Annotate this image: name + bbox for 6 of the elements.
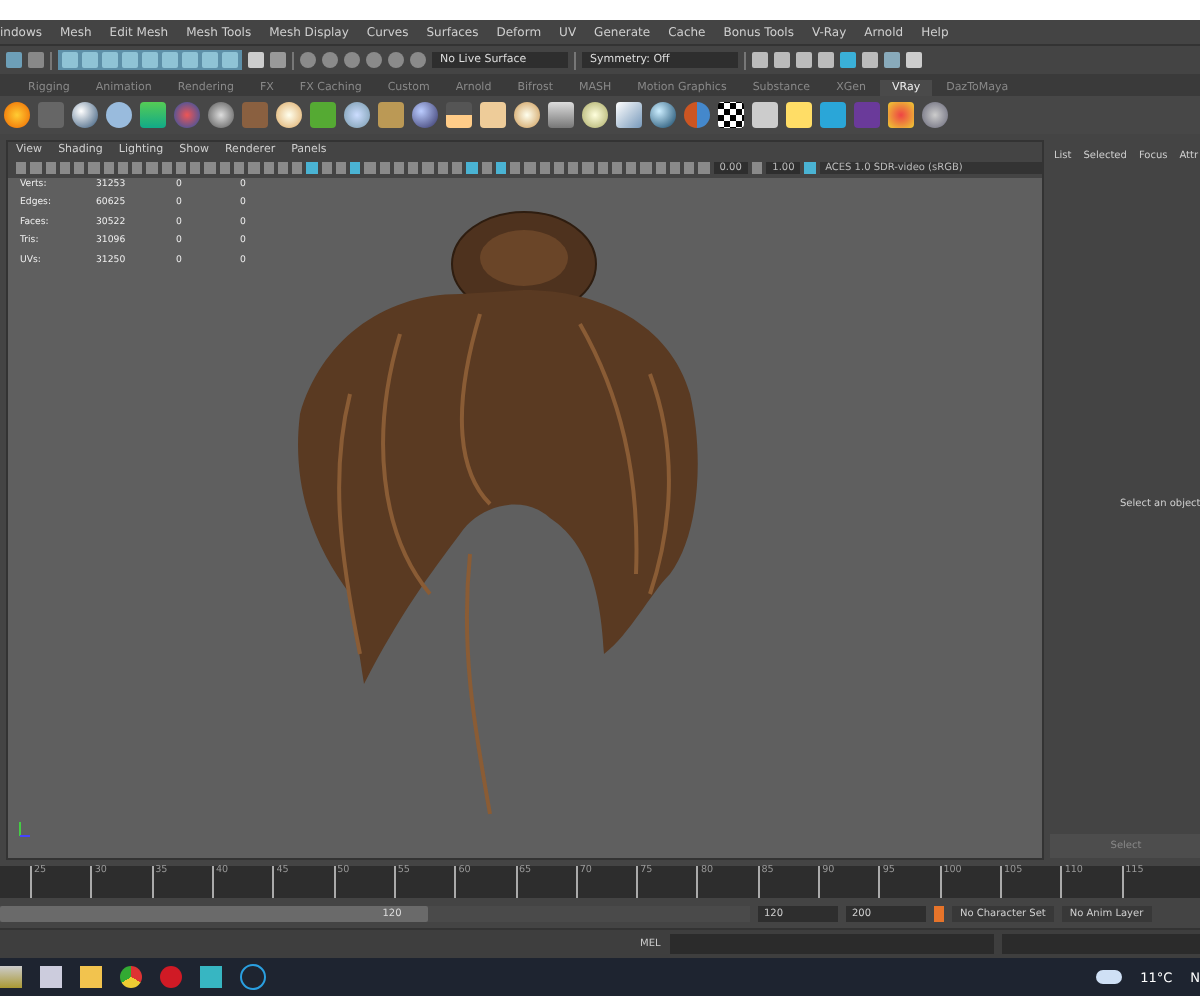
sphere-icon[interactable]	[72, 102, 98, 128]
sphere-icon[interactable]	[412, 102, 438, 128]
checker-icon[interactable]	[718, 102, 744, 128]
axis-icon	[19, 821, 30, 837]
split-sphere-icon[interactable]	[684, 102, 710, 128]
sphere-icon[interactable]	[650, 102, 676, 128]
